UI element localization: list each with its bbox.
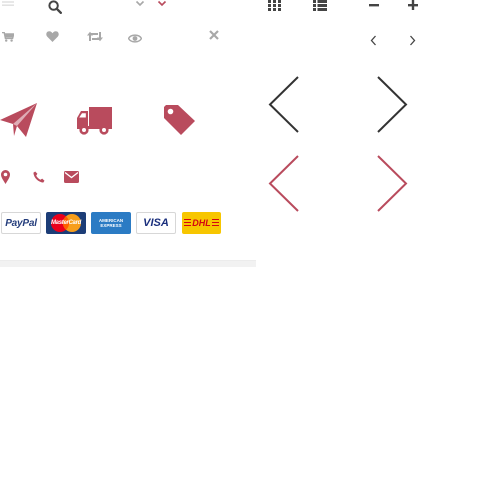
- search-icon[interactable]: [48, 0, 62, 14]
- minus-icon[interactable]: [369, 4, 379, 7]
- large-arrow-left-accent[interactable]: [268, 155, 300, 212]
- mastercard-label: MasterCard: [50, 220, 81, 226]
- truck-icon: [77, 107, 112, 135]
- eye-icon[interactable]: [128, 34, 142, 43]
- paper-plane-icon: [0, 103, 37, 137]
- paypal-label: PayPal: [5, 217, 37, 229]
- chevron-left-icon[interactable]: [370, 35, 377, 46]
- paypal-badge: PayPal: [1, 212, 41, 234]
- large-arrow-right-accent[interactable]: [376, 155, 408, 212]
- phone-icon: [33, 171, 45, 183]
- amex-badge: AMERICAN EXPRESS: [91, 212, 131, 234]
- chevron-right-icon[interactable]: [409, 35, 416, 46]
- visa-label: VISA: [143, 217, 169, 229]
- chevron-down-icon[interactable]: [135, 0, 145, 7]
- amex-label-line2: EXPRESS: [100, 223, 122, 228]
- list-view-icon[interactable]: [313, 0, 327, 11]
- chevron-down-accent-icon[interactable]: [157, 0, 167, 7]
- visa-badge: VISA: [136, 212, 176, 234]
- large-arrow-right-dark[interactable]: [376, 76, 408, 133]
- menu-icon[interactable]: [2, 0, 14, 6]
- plus-icon[interactable]: [408, 0, 418, 10]
- envelope-icon: [64, 171, 79, 183]
- compare-icon[interactable]: [87, 31, 103, 42]
- divider-bar: [0, 260, 256, 267]
- heart-icon[interactable]: [46, 31, 59, 42]
- large-arrow-left-dark[interactable]: [268, 76, 300, 133]
- grid-view-icon[interactable]: [268, 0, 281, 11]
- map-marker-icon: [1, 170, 10, 184]
- dhl-badge: DHL: [182, 212, 221, 234]
- dhl-label: DHL: [191, 218, 212, 228]
- cart-icon[interactable]: [2, 32, 14, 42]
- mastercard-badge: MasterCard: [46, 212, 86, 234]
- close-icon[interactable]: [209, 30, 219, 40]
- tag-icon: [164, 105, 195, 135]
